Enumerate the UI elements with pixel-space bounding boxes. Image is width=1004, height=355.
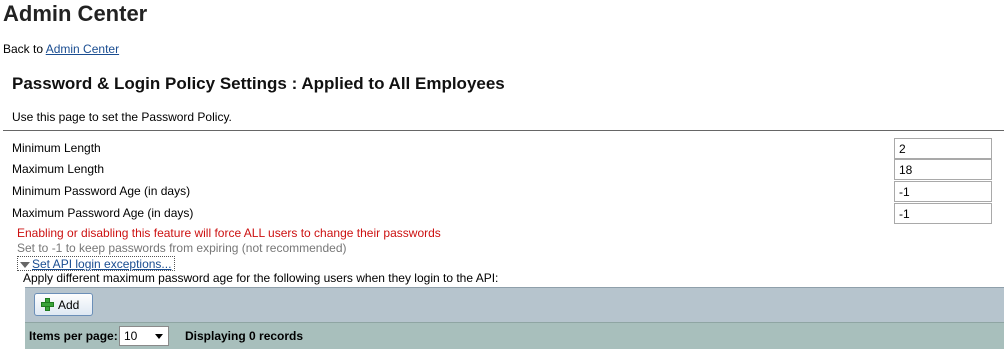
- maximum-password-age-label: Maximum Password Age (in days): [12, 206, 194, 220]
- items-per-page-label: Items per page:: [29, 329, 118, 343]
- warning-text: Enabling or disabling this feature will …: [17, 226, 441, 240]
- grid-toolbar: Add: [25, 287, 1004, 322]
- maximum-length-input[interactable]: [894, 159, 992, 180]
- section-description: Use this page to set the Password Policy…: [12, 110, 232, 124]
- add-button[interactable]: Add: [34, 293, 93, 316]
- section-title: Password & Login Policy Settings : Appli…: [12, 74, 505, 93]
- grid-pager: Items per page: 10 Displaying 0 records: [25, 322, 1004, 349]
- add-button-label: Add: [58, 297, 80, 312]
- minimum-length-label: Minimum Length: [12, 141, 101, 155]
- api-exceptions-link[interactable]: Set API login exceptions...: [32, 257, 171, 271]
- api-exceptions-description: Apply different maximum password age for…: [23, 271, 499, 285]
- admin-center-link[interactable]: Admin Center: [46, 42, 119, 56]
- back-row: Back to Admin Center: [3, 42, 119, 57]
- minimum-password-age-label: Minimum Password Age (in days): [12, 184, 191, 198]
- api-exceptions-toggle[interactable]: Set API login exceptions...: [17, 256, 176, 271]
- maximum-length-label: Maximum Length: [12, 162, 105, 176]
- records-count: Displaying 0 records: [185, 329, 304, 343]
- chevron-down-icon: [155, 334, 163, 339]
- plus-icon: [41, 298, 54, 311]
- divider: [3, 130, 1004, 131]
- back-prefix: Back to: [3, 42, 46, 56]
- page-title: Admin Center: [3, 1, 148, 26]
- items-per-page-select[interactable]: 10: [119, 326, 169, 346]
- minimum-length-input[interactable]: [894, 138, 992, 159]
- items-per-page-value: 10: [124, 329, 138, 343]
- minimum-password-age-input[interactable]: [894, 181, 992, 202]
- triangle-down-icon: [20, 261, 30, 268]
- maximum-password-age-input[interactable]: [894, 203, 992, 224]
- hint-text: Set to -1 to keep passwords from expirin…: [17, 241, 347, 255]
